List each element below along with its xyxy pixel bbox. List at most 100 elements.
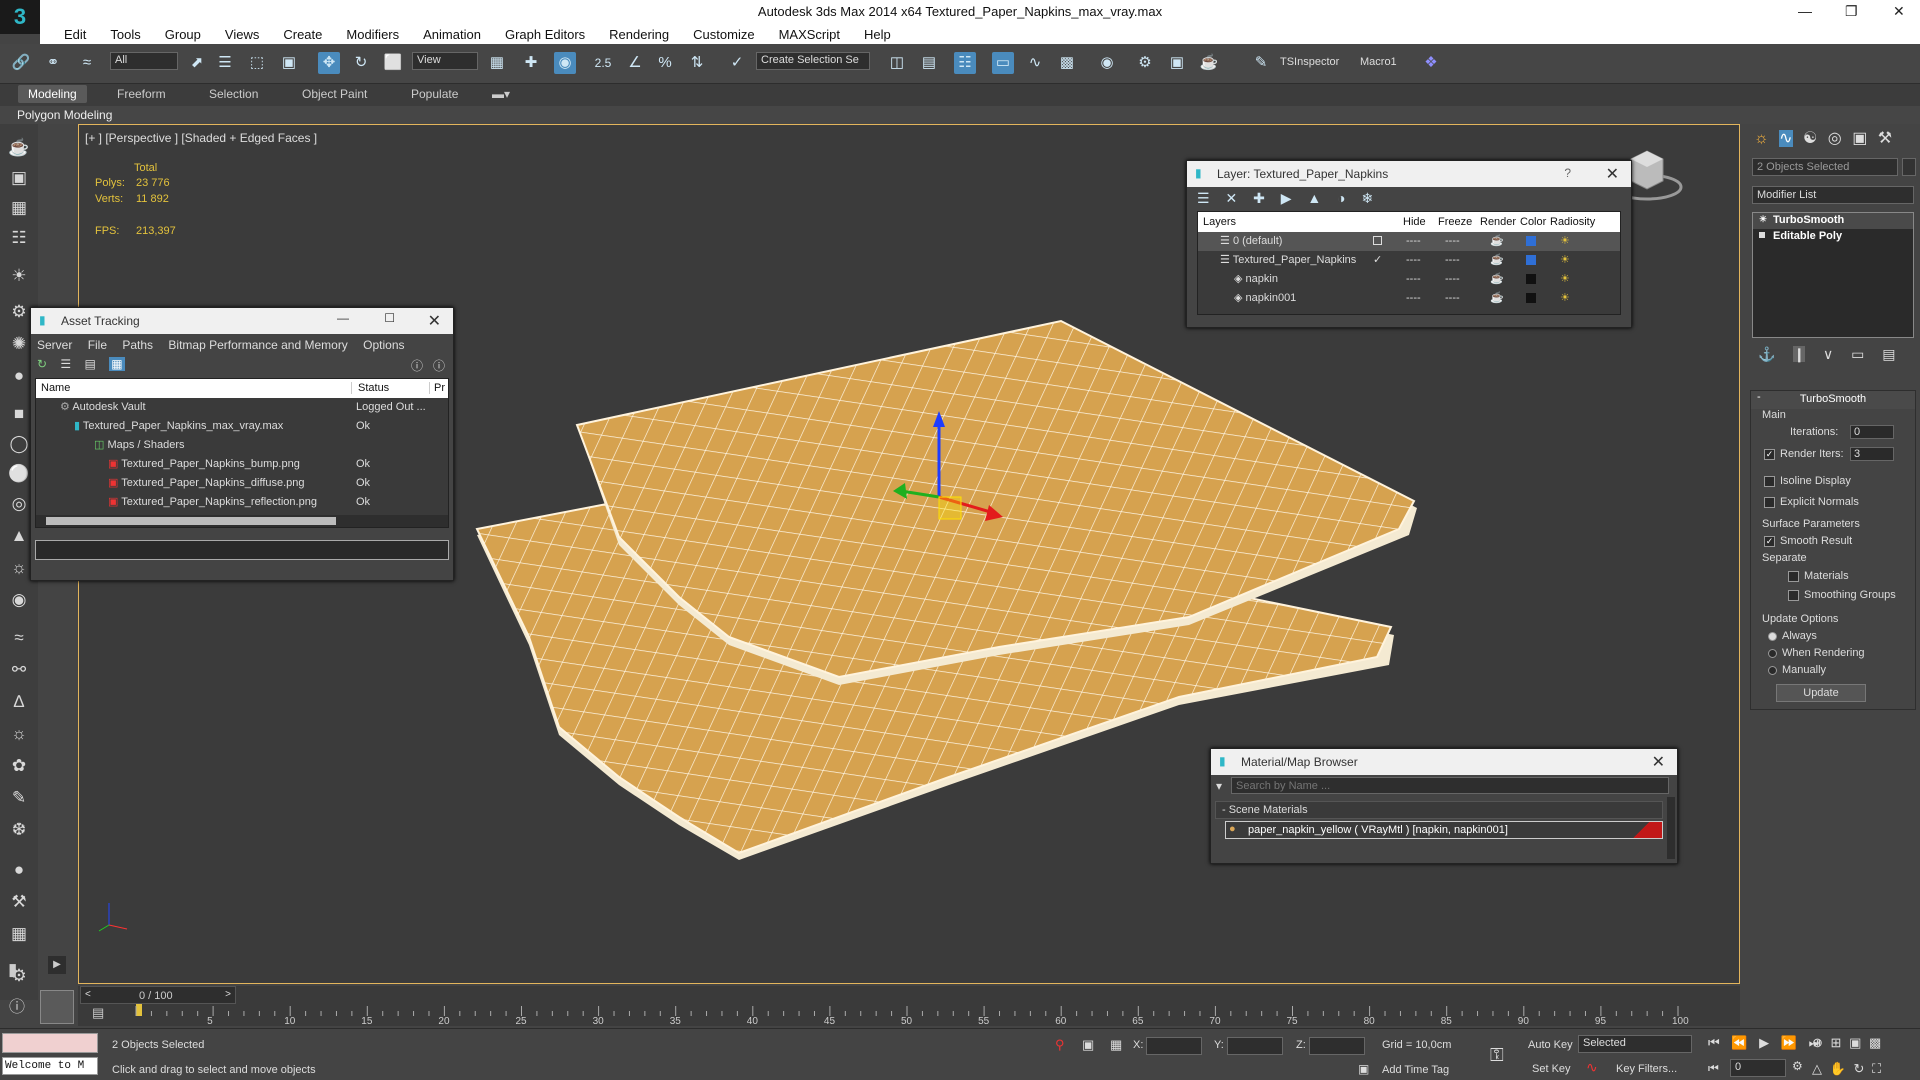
tab-selection[interactable]: Selection	[209, 87, 258, 101]
render-production-icon[interactable]: ☕	[1198, 52, 1220, 74]
sphere-icon[interactable]: ⚪	[7, 462, 31, 486]
material-item[interactable]: ● paper_napkin_yellow ( VRayMtl ) [napki…	[1225, 821, 1663, 839]
column-hide[interactable]: Hide	[1403, 216, 1426, 228]
plugin-icon[interactable]: ❖	[1420, 52, 1442, 74]
hierarchy-tab-icon[interactable]: ☯	[1803, 130, 1817, 147]
select-and-move-icon[interactable]: ✥	[318, 52, 340, 74]
keyboard-shortcut-override-icon[interactable]: ◉	[554, 52, 576, 74]
render-iters-checkbox[interactable]: ✓	[1764, 448, 1775, 460]
utility-icon[interactable]: ⚒	[7, 890, 31, 914]
maximize-icon[interactable]: ☐	[384, 311, 395, 325]
key-mode-dropdown[interactable]: Selected	[1578, 1035, 1692, 1053]
go-to-start-icon[interactable]: ⏮	[1708, 1035, 1720, 1050]
list-item[interactable]: ▣ Textured_Paper_Napkins_bump.png Ok	[36, 455, 448, 474]
tab-freeform[interactable]: Freeform	[117, 87, 166, 101]
unlink-icon[interactable]: ⚭	[42, 52, 64, 74]
remove-modifier-icon[interactable]: ▭	[1851, 346, 1864, 362]
hair-icon[interactable]: ≈	[7, 626, 31, 650]
menu-help[interactable]: Help	[852, 24, 903, 42]
y-coordinate-field[interactable]	[1227, 1037, 1283, 1055]
menu-server[interactable]: Server	[37, 338, 72, 352]
schematic-view-icon[interactable]: ▩	[1056, 52, 1078, 74]
percent-snap-icon[interactable]: %	[654, 52, 676, 74]
x-coordinate-field[interactable]	[1146, 1037, 1202, 1055]
vertical-scrollbar[interactable]	[1667, 797, 1675, 859]
table-row[interactable]: ◈ napkin ---- ---- ☕ ☀	[1198, 270, 1620, 289]
time-config-icon[interactable]: ⚙	[1792, 1059, 1803, 1073]
expand-box-icon[interactable]	[1759, 232, 1765, 238]
manually-radio[interactable]	[1768, 665, 1777, 675]
maximize-icon[interactable]: ❐	[1845, 3, 1858, 20]
menu-tools[interactable]: Tools	[98, 24, 152, 42]
asset-path-field[interactable]	[35, 540, 449, 560]
ts-inspector-icon[interactable]: ✎	[1250, 52, 1272, 74]
tab-modeling[interactable]: Modeling	[18, 85, 87, 103]
key-mode-toggle-icon[interactable]: ⏮	[1708, 1061, 1719, 1076]
reference-coordinate-dropdown[interactable]: View	[412, 52, 478, 70]
search-input[interactable]	[1231, 777, 1669, 794]
previous-frame-icon[interactable]: ⏪	[1731, 1035, 1747, 1050]
layer-manager-window[interactable]: ▮ Layer: Textured_Paper_Napkins ? ✕ ☰ ✕ …	[1186, 160, 1632, 328]
spinner-snap-icon[interactable]: ⇅	[686, 52, 708, 74]
brush-icon[interactable]: ✎	[7, 786, 31, 810]
menu-bitmap-performance[interactable]: Bitmap Performance and Memory	[168, 338, 347, 352]
menu-file[interactable]: File	[88, 338, 107, 352]
teapot-render-icon[interactable]: ☕	[1490, 289, 1504, 308]
zoom-extents-all-icon[interactable]: ▩	[1869, 1035, 1881, 1050]
update-button[interactable]: Update	[1776, 684, 1866, 702]
freeze-all-icon[interactable]: ❄	[1361, 190, 1373, 206]
smooth-result-checkbox[interactable]: ✓	[1764, 535, 1775, 547]
display-tab-icon[interactable]: ▣	[1852, 130, 1867, 147]
isoline-checkbox[interactable]	[1764, 475, 1775, 487]
zoom-extents-icon[interactable]: ▣	[1849, 1035, 1861, 1050]
minimize-icon[interactable]: —	[1798, 3, 1812, 19]
auto-key-button[interactable]: Auto Key	[1528, 1039, 1573, 1051]
layer-manager-header[interactable]: ▮ Layer: Textured_Paper_Napkins ? ✕	[1187, 161, 1631, 187]
stack-item-editable-poly[interactable]: Editable Poly	[1753, 229, 1913, 245]
manipulate-icon[interactable]: ✚	[520, 52, 542, 74]
select-and-rotate-icon[interactable]: ↻	[350, 52, 372, 74]
create-tab-icon[interactable]: ☼	[1754, 130, 1769, 147]
render-iters-value[interactable]: 3	[1850, 446, 1894, 461]
create-layer-icon[interactable]: ☰	[1197, 190, 1210, 206]
box-icon[interactable]: ■	[7, 402, 31, 426]
viewport-label[interactable]: [+ ] [Perspective ] [Shaded + Edged Face…	[85, 131, 317, 145]
stack-item-turbosmooth[interactable]: ☀ TurboSmooth	[1753, 213, 1913, 229]
column-render[interactable]: Render	[1480, 216, 1516, 228]
close-icon[interactable]: ✕	[1606, 164, 1619, 184]
close-icon[interactable]: ✕	[428, 311, 441, 331]
plant-icon[interactable]: ✿	[7, 754, 31, 778]
thumbnail-icon[interactable]: ▤	[85, 357, 96, 371]
refresh-icon[interactable]: ↻	[37, 357, 47, 371]
material-browser-header[interactable]: ▮ Material/Map Browser ✕	[1211, 749, 1677, 775]
teapot-render-icon[interactable]: ☕	[1490, 270, 1504, 289]
list-icon[interactable]: ☰	[60, 357, 71, 371]
collapse-icon[interactable]: -	[1757, 391, 1761, 403]
window-crossing-icon[interactable]: ▣	[278, 52, 300, 74]
always-radio[interactable]	[1768, 631, 1777, 641]
ribbon-toggle-icon[interactable]: ▭	[992, 52, 1014, 74]
menu-views[interactable]: Views	[213, 24, 271, 42]
teapot-render-icon[interactable]: ☕	[1490, 251, 1504, 270]
list-item[interactable]: ▣ Textured_Paper_Napkins_diffuse.png Ok	[36, 474, 448, 493]
timeline-ruler[interactable]	[78, 1004, 1740, 1016]
table-icon[interactable]: ▦	[7, 196, 31, 220]
macro-label[interactable]: Macro1	[1360, 56, 1397, 68]
lock-selection-icon[interactable]: ▣	[1082, 1037, 1094, 1053]
time-tag-icon[interactable]: ▣	[1358, 1062, 1369, 1076]
dynamics-icon[interactable]: ●	[7, 364, 31, 388]
absolute-mode-icon[interactable]: ▦	[1110, 1037, 1122, 1053]
minimize-icon[interactable]: —	[337, 311, 349, 325]
when-rendering-radio[interactable]	[1768, 648, 1777, 658]
next-frame-icon[interactable]: ⏩	[1781, 1035, 1797, 1050]
time-slider-next-icon[interactable]: >	[225, 989, 231, 1000]
align-icon[interactable]: ▤	[918, 52, 940, 74]
vault-help-icon[interactable]: ⓘ	[433, 357, 445, 374]
add-to-layer-icon[interactable]: ✚	[1253, 190, 1265, 206]
bind-space-warp-icon[interactable]: ≈	[76, 52, 98, 74]
teapot-icon[interactable]: ☕	[7, 136, 31, 160]
menu-modifiers[interactable]: Modifiers	[334, 24, 411, 42]
named-selection-dropdown[interactable]: Create Selection Se	[756, 52, 870, 70]
table-row[interactable]: ☰ Textured_Paper_Napkins ✓ ---- ---- ☕ ☀	[1198, 251, 1620, 270]
hide-all-icon[interactable]: ◑	[1337, 190, 1345, 206]
